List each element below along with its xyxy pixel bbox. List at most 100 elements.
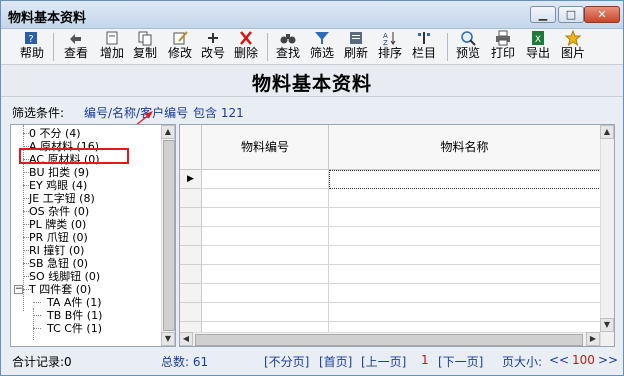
find-button[interactable]: 查找 — [271, 30, 305, 64]
scroll-up-button[interactable]: ▲ — [600, 125, 614, 139]
column-header-name[interactable]: 物料名称 — [329, 125, 601, 170]
add-icon — [106, 31, 118, 45]
grid-cell[interactable] — [329, 189, 601, 208]
status-bar: 合计记录:0 总数: 61 [不分页] [首页] [上一页] 1 [下一页] 页… — [1, 347, 623, 375]
grid-cell[interactable] — [329, 208, 601, 227]
view-button[interactable]: 查看 — [59, 30, 93, 64]
grid-vertical-scrollbar[interactable]: ▲ ▼ — [600, 125, 614, 346]
print-button[interactable]: 打印 — [486, 30, 520, 64]
tree-node[interactable]: RI 撞钉 (0) — [29, 244, 84, 257]
first-page-link[interactable]: [首页] — [319, 353, 352, 370]
decrease-page-size[interactable]: << — [549, 353, 569, 367]
columns-button[interactable]: 栏目 — [407, 30, 441, 64]
edit-icon — [173, 31, 188, 45]
grid-cell[interactable] — [202, 227, 329, 246]
row-indicator-header — [180, 125, 202, 170]
tree-node[interactable]: TA A件 (1) — [47, 296, 102, 309]
prev-page-link[interactable]: [上一页] — [361, 353, 406, 370]
close-button[interactable]: ✕ — [584, 6, 620, 23]
scroll-thumb[interactable] — [163, 140, 175, 331]
copy-button[interactable]: 复制 — [128, 30, 162, 64]
row-indicator — [180, 189, 202, 208]
data-grid[interactable]: 物料编号 物料名称 ▶ ▲ ▼ ◀ ▶ — [179, 124, 615, 347]
tree-vertical-scrollbar[interactable]: ▲ ▼ — [161, 125, 175, 346]
no-paging-link[interactable]: [不分页] — [264, 353, 309, 370]
funnel-icon — [315, 32, 329, 44]
row-indicator — [180, 303, 202, 322]
grid-cell[interactable] — [202, 303, 329, 322]
excel-icon: X — [532, 31, 544, 45]
tree-connector — [33, 302, 41, 303]
tree-node[interactable]: SO 线脚钮 (0) — [29, 270, 100, 283]
highlight-box — [19, 148, 129, 164]
scroll-thumb[interactable] — [195, 334, 583, 346]
current-row-marker: ▶ — [180, 170, 202, 189]
tree-node[interactable]: PR 爪钮 (0) — [29, 231, 88, 244]
filter-button[interactable]: 筛选 — [305, 30, 339, 64]
grid-cell[interactable] — [329, 246, 601, 265]
scroll-right-button[interactable]: ▶ — [586, 332, 600, 346]
title-bar: 物料基本资料 ▁ □ ✕ — [1, 1, 623, 29]
scroll-up-button[interactable]: ▲ — [161, 125, 175, 139]
grid-cell[interactable] — [202, 265, 329, 284]
tree-node[interactable]: BU 扣类 (9) — [29, 166, 89, 179]
total-count: 总数: 61 — [161, 355, 209, 369]
magnifier-icon — [461, 31, 476, 46]
printer-icon — [496, 30, 510, 46]
refresh-button[interactable]: 刷新 — [339, 30, 373, 64]
main-window: 物料基本资料 ▁ □ ✕ ? 帮助 查看 增加 复制 修改 改号 删除 查找 筛… — [0, 0, 624, 376]
svg-text:?: ? — [28, 34, 33, 45]
columns-icon — [418, 32, 430, 44]
tree-node[interactable]: EY 鸡眼 (4) — [29, 179, 87, 192]
tree-expander[interactable]: − — [14, 285, 23, 294]
binoculars-icon — [280, 34, 296, 44]
export-button[interactable]: X 导出 — [521, 30, 555, 64]
delete-button[interactable]: 删除 — [229, 30, 263, 64]
tree-node[interactable]: TB B件 (1) — [47, 309, 102, 322]
grid-cell[interactable] — [202, 246, 329, 265]
grid-horizontal-scrollbar[interactable]: ◀ ▶ — [180, 332, 600, 346]
help-button[interactable]: ? 帮助 — [15, 30, 49, 64]
picture-button[interactable]: 图片 — [556, 30, 590, 64]
sort-button[interactable]: AZ 排序 — [373, 30, 407, 64]
increase-page-size[interactable]: >> — [598, 353, 618, 367]
tree-line — [33, 308, 34, 340]
delete-icon — [240, 31, 252, 45]
tree-node[interactable]: PL 牌类 (0) — [29, 218, 86, 231]
scroll-down-button[interactable]: ▼ — [161, 332, 175, 346]
preview-button[interactable]: 预览 — [451, 30, 485, 64]
column-header-code[interactable]: 物料编号 — [202, 125, 329, 170]
tree-connector — [33, 315, 41, 316]
next-page-link[interactable]: [下一页] — [438, 353, 483, 370]
maximize-button[interactable]: □ — [558, 6, 584, 23]
grid-cell[interactable] — [329, 303, 601, 322]
minimize-button[interactable]: ▁ — [530, 6, 556, 23]
window-title: 物料基本资料 — [8, 11, 87, 26]
filter-count: 包含 121 — [193, 106, 244, 120]
tree-connector — [33, 328, 41, 329]
scroll-left-button[interactable]: ◀ — [180, 332, 193, 346]
grid-cell[interactable] — [202, 170, 329, 189]
toolbar-separator — [53, 33, 54, 61]
svg-text:X: X — [535, 35, 541, 45]
row-indicator — [180, 284, 202, 303]
grid-cell[interactable] — [202, 208, 329, 227]
scroll-down-button[interactable]: ▼ — [600, 318, 614, 332]
page-size-value[interactable]: 100 — [572, 353, 595, 367]
grid-cell[interactable] — [202, 189, 329, 208]
tree-node[interactable]: 0 不分 (4) — [29, 127, 81, 140]
grid-cell[interactable] — [202, 284, 329, 303]
tree-node[interactable]: T 四件套 (0) — [29, 283, 91, 296]
tree-node[interactable]: JE 工字钮 (8) — [29, 192, 95, 205]
grid-cell[interactable] — [329, 284, 601, 303]
tree-node[interactable]: OS 杂件 (0) — [29, 205, 89, 218]
sort-icon: AZ — [383, 32, 396, 46]
grid-cell[interactable] — [329, 227, 601, 246]
tree-node[interactable]: TC C件 (1) — [47, 322, 102, 335]
star-icon — [564, 30, 582, 46]
grid-cell[interactable] — [329, 170, 601, 189]
current-page: 1 — [421, 353, 429, 367]
grid-cell[interactable] — [329, 265, 601, 284]
row-indicator — [180, 227, 202, 246]
tree-node[interactable]: SB 急钮 (0) — [29, 257, 88, 270]
